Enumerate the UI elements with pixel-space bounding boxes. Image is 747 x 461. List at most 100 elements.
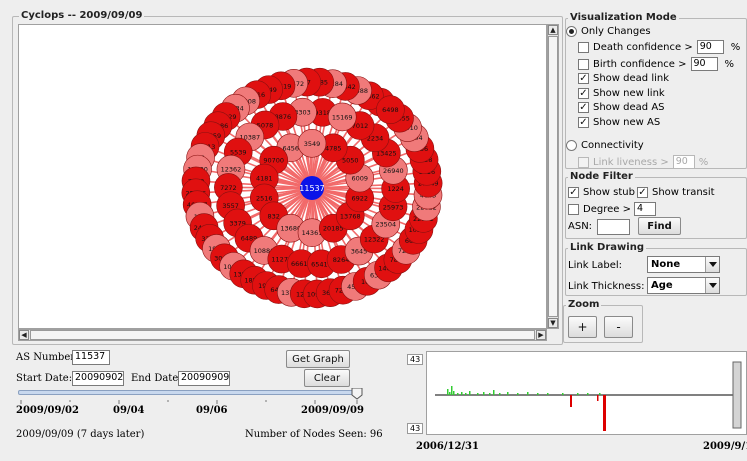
get-graph-button[interactable]: Get Graph (286, 350, 350, 368)
checkmark-icon[interactable]: ✓ (578, 102, 589, 113)
graph-drawing[interactable]: 1682413362203882334222284558557164723661… (19, 25, 547, 329)
show-new-as-checkbox[interactable]: ✓ Show new AS (578, 117, 660, 128)
show-dead-link-checkbox[interactable]: ✓ Show dead link (578, 73, 669, 84)
scroll-up-button[interactable]: ▲ (548, 25, 558, 35)
graph-node-label: 2516 (256, 194, 273, 202)
slider-tick-label: 09/04 (113, 405, 145, 416)
start-date-label: Start Date: (16, 373, 73, 384)
slider-tick-label: 2009/09/02 (16, 405, 79, 416)
link-label-label: Link Label: (568, 260, 623, 271)
timeline-green-spike (493, 390, 495, 395)
only-changes-radio[interactable]: Only Changes (566, 26, 651, 37)
link-drawing-title: Link Drawing (568, 242, 646, 253)
degree-row: Degree > 4 (568, 202, 656, 216)
timeline-end-label: 2009/9/10 (703, 441, 747, 452)
show-stub-checkbox[interactable]: ✓ Show stub (568, 187, 635, 198)
graph-node-label: 6498 (382, 106, 399, 114)
end-date-label: End Date: (131, 373, 182, 384)
checkmark-icon[interactable]: ✓ (578, 73, 589, 84)
find-button[interactable]: Find (638, 217, 681, 235)
degree-checkbox[interactable] (568, 203, 579, 215)
birth-confidence-row: Birth confidence > 90 % (578, 57, 734, 71)
scroll-down-button[interactable]: ▼ (548, 318, 558, 328)
birth-confidence-field[interactable]: 90 (690, 57, 718, 71)
graph-node-label: 4181 (256, 175, 273, 183)
vertical-scrollbar[interactable]: ▲ ▼ (547, 24, 559, 329)
timeline-green-spike (465, 393, 467, 395)
degree-field[interactable]: 4 (633, 202, 656, 216)
connectivity-radio[interactable]: Connectivity (566, 140, 644, 151)
nodes-seen-text: Number of Nodes Seen: 96 (245, 429, 383, 440)
scroll-thumb[interactable] (548, 36, 558, 317)
graph-node-label: 13768 (340, 212, 361, 220)
clear-button[interactable]: Clear (304, 369, 350, 387)
horizontal-scrollbar[interactable]: ◀ ▶ (18, 329, 547, 341)
zoom-out-button[interactable]: - (604, 316, 633, 338)
zoom-in-button[interactable]: + (568, 316, 597, 338)
link-liveness-field[interactable]: 90 (672, 155, 695, 169)
death-confidence-checkbox[interactable] (578, 41, 589, 53)
timeline-red-spike (597, 395, 599, 401)
timeline-green-spike (562, 393, 564, 395)
radio-unselected-icon[interactable] (566, 140, 577, 151)
scroll-thumb-h[interactable] (30, 330, 535, 340)
slider-track (18, 390, 360, 395)
timeline-green-spike (489, 393, 491, 395)
date-status-text: 2009/09/09 (7 days later) (16, 429, 145, 440)
scroll-right-button[interactable]: ▶ (536, 330, 546, 340)
graph-node-label: 7272 (220, 184, 237, 192)
graph-node-label: 832 (268, 212, 280, 220)
chevron-down-icon[interactable] (705, 257, 719, 272)
timeline-top-value: 43 (407, 354, 424, 365)
show-dead-as-checkbox[interactable]: ✓ Show dead AS (578, 102, 665, 113)
graph-canvas[interactable]: 1682413362203882334222284558557164723661… (18, 24, 547, 329)
asn-field[interactable] (597, 219, 630, 235)
checkmark-icon[interactable]: ✓ (578, 117, 589, 128)
checkmark-icon[interactable]: ✓ (568, 187, 579, 198)
show-transit-checkbox[interactable]: ✓ Show transit (637, 187, 715, 198)
link-liveness-checkbox[interactable] (578, 156, 589, 168)
death-confidence-field[interactable]: 90 (696, 40, 724, 54)
show-new-link-checkbox[interactable]: ✓ Show new link (578, 88, 665, 99)
center-node-label: 11537 (299, 184, 324, 193)
link-liveness-row: Link liveness > 90 % (578, 155, 708, 169)
timeline-green-spike (577, 393, 579, 395)
death-confidence-row: Death confidence > 90 % (578, 40, 740, 54)
timeline-chart[interactable] (426, 351, 747, 435)
birth-confidence-checkbox[interactable] (578, 58, 589, 70)
graph-panel-title: Cyclops -- 2009/09/09 (19, 10, 145, 21)
timeline-start-label: 2006/12/31 (416, 441, 479, 452)
graph-node-label: 1224 (387, 185, 404, 193)
timeline-green-spike (457, 393, 459, 395)
timeline-green-spike (453, 391, 455, 395)
slider-thumb[interactable] (351, 387, 363, 400)
link-thickness-label: Link Thickness: (568, 281, 645, 292)
end-date-field[interactable]: 20090909 (178, 371, 230, 386)
timeline-green-spike (447, 389, 449, 395)
graph-node[interactable]: 6498 (376, 95, 405, 125)
as-number-field[interactable]: 11537 (72, 350, 110, 365)
slider-tick-label: 09/06 (196, 405, 228, 416)
node-filter-title: Node Filter (568, 171, 635, 182)
timeline-green-spike (547, 393, 549, 395)
slider-tick-label: 2009/09/09 (301, 405, 364, 416)
visualization-mode-title: Visualization Mode (568, 12, 679, 23)
link-thickness-select[interactable]: Age (647, 277, 720, 294)
graph-node-label: 90700 (263, 157, 284, 165)
graph-node[interactable]: 3549 (297, 129, 327, 158)
start-date-field[interactable]: 20090902 (72, 371, 124, 386)
graph-node-label: 5050 (342, 157, 359, 165)
asn-label: ASN: (568, 221, 593, 232)
checkmark-icon[interactable]: ✓ (578, 88, 589, 99)
timeline-green-spike (527, 392, 529, 395)
radio-selected-icon[interactable] (566, 26, 577, 37)
scroll-left-button[interactable]: ◀ (19, 330, 29, 340)
link-label-select[interactable]: None (647, 256, 720, 273)
checkmark-icon[interactable]: ✓ (637, 187, 648, 198)
graph-node-label: 6456 (282, 144, 299, 152)
graph-node[interactable]: 15169 (327, 102, 357, 132)
timeline-handle (732, 361, 742, 429)
timeline-red-spike (570, 395, 572, 407)
timeline-green-spike (449, 392, 451, 395)
chevron-down-icon[interactable] (705, 278, 719, 293)
